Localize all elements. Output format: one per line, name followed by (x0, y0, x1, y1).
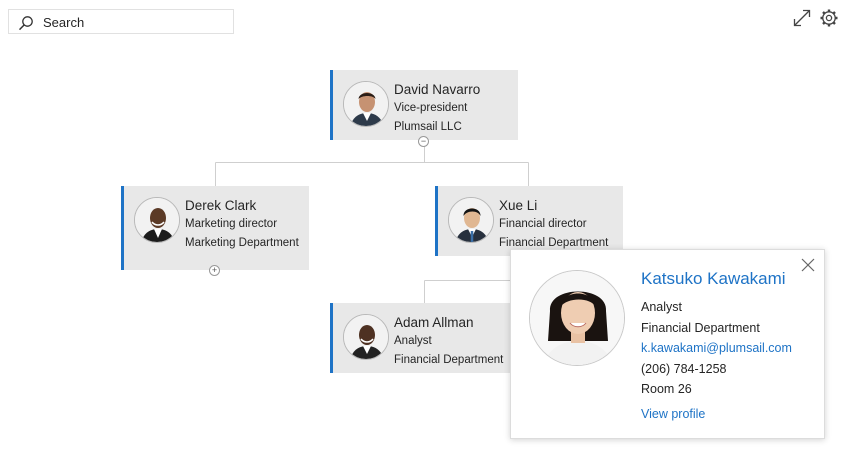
org-card-adam-allman[interactable]: Adam Allman Analyst Financial Department (330, 303, 518, 373)
avatar (343, 81, 389, 127)
person-title: Marketing director (185, 218, 278, 230)
person-department: Marketing Department (185, 237, 299, 249)
person-name: Xue Li (499, 198, 538, 213)
person-title: Financial director (499, 218, 587, 230)
popup-email-link[interactable]: k.kawakami@plumsail.com (641, 341, 792, 355)
popup-phone: (206) 784-1258 (641, 362, 727, 376)
person-title: Analyst (394, 335, 432, 347)
person-department: Financial Department (394, 354, 504, 366)
person-department: Plumsail LLC (394, 121, 462, 133)
org-card-xue-li[interactable]: Xue Li Financial director Financial Depa… (435, 186, 623, 256)
popup-department: Financial Department (641, 321, 760, 335)
popup-title: Analyst (641, 300, 682, 314)
collapse-toggle-david[interactable]: − (418, 136, 429, 147)
avatar-large (529, 270, 625, 366)
popup-name: Katsuko Kawakami (641, 269, 786, 288)
person-details-popup: Katsuko Kawakami Analyst Financial Depar… (510, 249, 825, 439)
person-name: Adam Allman (394, 315, 474, 330)
avatar (134, 197, 180, 243)
person-name: David Navarro (394, 82, 481, 97)
person-title: Vice-president (394, 102, 468, 114)
popup-room: Room 26 (641, 382, 692, 396)
person-name: Derek Clark (185, 198, 257, 213)
avatar (448, 197, 494, 243)
org-card-derek-clark[interactable]: Derek Clark Marketing director Marketing… (121, 186, 309, 270)
close-icon[interactable] (801, 258, 815, 272)
avatar (343, 314, 389, 360)
expand-toggle-derek[interactable]: + (209, 265, 220, 276)
org-card-david-navarro[interactable]: David Navarro Vice-president Plumsail LL… (330, 70, 518, 140)
view-profile-link[interactable]: View profile (641, 407, 705, 421)
